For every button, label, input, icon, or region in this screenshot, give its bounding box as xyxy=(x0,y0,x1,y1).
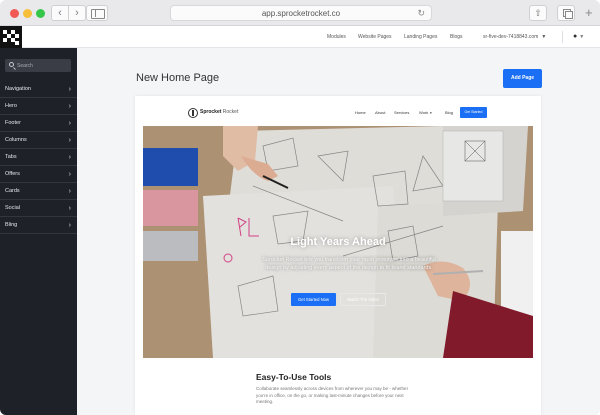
preview-nav-home[interactable]: Home xyxy=(355,110,366,115)
work-label: Work xyxy=(419,110,429,115)
page-title: New Home Page xyxy=(136,72,220,84)
sidebar-item-columns[interactable]: Columns › xyxy=(0,132,77,149)
sidebar-item-bling[interactable]: Bling › xyxy=(0,217,77,234)
share-icon[interactable]: ⇧ xyxy=(529,5,547,21)
sidebar-item-tabs[interactable]: Tabs › xyxy=(0,149,77,166)
sidebar-item-label: Hero xyxy=(5,103,17,109)
hero-section: Light Years Ahead Sprocket Rocket lets y… xyxy=(143,126,533,358)
sidebar-item-label: Social xyxy=(5,205,20,211)
browser-window: ‹ › app.sprocketrocket.co ↻ ⇧ + Modules … xyxy=(0,0,600,415)
brand-light: Rocket xyxy=(221,109,239,115)
hero-get-started-button[interactable]: Get Started Now xyxy=(291,293,336,306)
back-button[interactable]: ‹ xyxy=(51,5,69,21)
hero-description: Sprocket Rocket lets you transform your … xyxy=(262,257,436,271)
page-preview[interactable]: Sprocket Rocket Home About Services Work… xyxy=(135,96,541,415)
preview-get-started-button[interactable]: Get Started xyxy=(460,107,487,118)
chevron-right-icon: › xyxy=(68,171,71,178)
sidebar-item-label: Footer xyxy=(5,120,21,126)
chevron-left-icon: ‹ xyxy=(58,7,62,19)
sidebar-item-label: Bling xyxy=(5,222,18,228)
chevron-down-icon: ▼ xyxy=(429,111,433,115)
menu-blogs[interactable]: Blogs xyxy=(450,26,463,48)
tab-overview-icon[interactable] xyxy=(557,5,575,21)
brand-strong: Sprocket xyxy=(200,109,222,115)
hero-watch-video-button[interactable]: Watch The Video xyxy=(340,293,386,306)
sidebar-item-navigation[interactable]: Navigation › xyxy=(0,81,77,98)
hero-title: Light Years Ahead xyxy=(290,236,386,248)
browser-titlebar: ‹ › app.sprocketrocket.co ↻ ⇧ + xyxy=(0,0,600,26)
chevron-right-icon: › xyxy=(68,103,71,110)
sidebar-item-label: Navigation xyxy=(5,86,31,92)
sidebar-toggle-icon[interactable] xyxy=(86,5,108,21)
sidebar-item-cards[interactable]: Cards › xyxy=(0,183,77,200)
sidebar-item-label: Tabs xyxy=(5,154,17,160)
reload-icon[interactable]: ↻ xyxy=(417,6,425,21)
preview-navbar: Sprocket Rocket Home About Services Work… xyxy=(135,96,541,126)
chevron-right-icon: › xyxy=(68,120,71,127)
sidebar-item-label: Cards xyxy=(5,188,20,194)
preview-brand[interactable]: Sprocket Rocket xyxy=(200,109,238,115)
main-content: New Home Page Add Page Sprocket Rocket H… xyxy=(77,48,600,415)
chevron-right-icon: › xyxy=(68,222,71,229)
site-selector[interactable]: sr-five-dev-7418843.com ▼ xyxy=(483,26,546,48)
module-sidebar: Navigation › Hero › Footer › Columns › Tabs ›… xyxy=(0,48,77,415)
chevron-down-icon: ▼ xyxy=(579,34,585,40)
user-icon: ● xyxy=(573,33,578,40)
menu-modules[interactable]: Modules xyxy=(327,26,346,48)
chevron-down-icon: ▼ xyxy=(541,34,547,40)
preview-nav-work[interactable]: Work ▼ xyxy=(419,110,432,115)
sidebar-item-offers[interactable]: Offers › xyxy=(0,166,77,183)
sidebar-item-footer[interactable]: Footer › xyxy=(0,115,77,132)
chevron-right-icon: › xyxy=(68,188,71,195)
chevron-right-icon: › xyxy=(75,7,79,19)
search-input[interactable] xyxy=(17,59,67,72)
chevron-right-icon: › xyxy=(68,137,71,144)
rocket-icon xyxy=(188,108,198,118)
site-selector-label: sr-five-dev-7418843.com xyxy=(483,34,539,40)
new-tab-icon[interactable]: + xyxy=(585,5,600,21)
forward-button[interactable]: › xyxy=(68,5,86,21)
logo[interactable] xyxy=(0,26,22,48)
menu-landing-pages[interactable]: Landing Pages xyxy=(404,26,437,48)
chevron-right-icon: › xyxy=(68,205,71,212)
app-header: Modules Website Pages Landing Pages Blog… xyxy=(0,26,600,48)
search-icon xyxy=(9,62,14,67)
sidebar-item-label: Columns xyxy=(5,137,27,143)
preview-nav-services[interactable]: Services xyxy=(394,110,409,115)
sidebar-item-social[interactable]: Social › xyxy=(0,200,77,217)
window-minimize-button[interactable] xyxy=(23,9,32,18)
chevron-right-icon: › xyxy=(68,154,71,161)
url-text: app.sprocketrocket.co xyxy=(261,9,341,18)
user-menu[interactable]: ● ▼ xyxy=(573,26,584,48)
sidebar-item-hero[interactable]: Hero › xyxy=(0,98,77,115)
section-title: Easy-To-Use Tools xyxy=(256,372,332,382)
section-description: Collaborate seamlessly across devices fr… xyxy=(256,386,409,404)
preview-nav-blog[interactable]: Blog xyxy=(445,110,453,115)
chevron-right-icon: › xyxy=(68,86,71,93)
address-bar[interactable]: app.sprocketrocket.co ↻ xyxy=(170,5,432,21)
add-page-button[interactable]: Add Page xyxy=(503,69,542,88)
window-close-button[interactable] xyxy=(10,9,19,18)
sidebar-item-label: Offers xyxy=(5,171,20,177)
menu-website-pages[interactable]: Website Pages xyxy=(358,26,392,48)
header-divider xyxy=(562,31,563,43)
sidebar-search[interactable] xyxy=(5,59,71,72)
preview-nav-about[interactable]: About xyxy=(375,110,385,115)
window-maximize-button[interactable] xyxy=(36,9,45,18)
